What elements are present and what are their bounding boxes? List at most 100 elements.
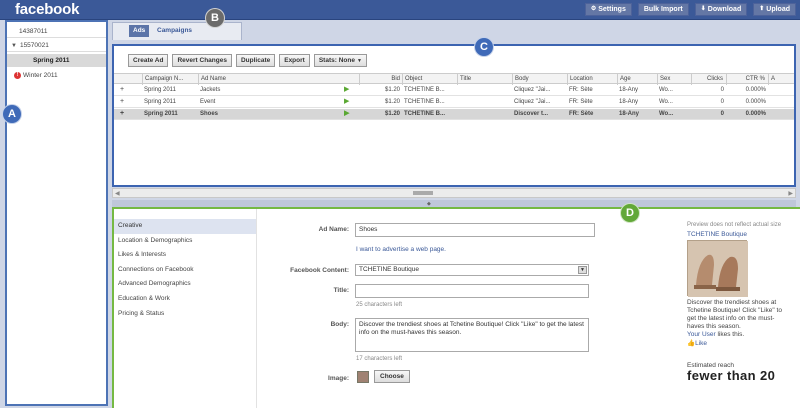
column-header-body[interactable]: Body	[512, 74, 567, 85]
horizontal-scrollbar[interactable]: ◀ ▶	[112, 188, 796, 198]
image-thumbnail	[357, 371, 369, 383]
campaign-item[interactable]: ! Winter 2011	[7, 70, 106, 82]
upload-icon: ⬆	[759, 6, 765, 12]
revert-changes-button[interactable]: Revert Changes	[172, 54, 232, 67]
column-header-sex[interactable]: Sex	[657, 74, 691, 85]
plus-icon[interactable]: +	[120, 85, 130, 96]
preview-image	[687, 240, 748, 297]
cell-ad-name: Event	[200, 99, 216, 105]
plus-icon[interactable]: +	[120, 109, 130, 120]
ad-detail-panel: Creative Location & Demographics Likes &…	[112, 207, 800, 408]
column-header-clicks[interactable]: Clicks	[691, 74, 726, 85]
scroll-right-icon[interactable]: ▶	[788, 190, 793, 197]
stats-dropdown[interactable]: Stats: None ▼	[313, 54, 367, 67]
tab-campaigns[interactable]: Campaigns	[157, 25, 192, 37]
cell-title	[459, 109, 512, 120]
preview-like-button[interactable]: 👍Like	[687, 339, 797, 348]
campaign-item-selected[interactable]: Spring 2011	[7, 54, 106, 67]
cell-body: Discover t...	[514, 111, 549, 117]
cell-age: 18-Any	[619, 111, 640, 117]
chevron-down-icon: ▼	[356, 58, 362, 64]
play-icon[interactable]: ▶	[344, 97, 354, 108]
estimated-reach-value: fewer than 20	[687, 368, 776, 383]
scroll-thumb[interactable]	[413, 191, 433, 195]
cell-bid: $1.20	[384, 87, 400, 93]
cell-age: 18-Any	[619, 87, 639, 93]
cell-campaign: Spring 2011	[144, 87, 176, 93]
account-label: 15570021	[19, 42, 49, 49]
bulk-import-button[interactable]: Bulk Import	[637, 3, 689, 16]
account-item[interactable]: 14387011	[7, 26, 106, 38]
upload-button[interactable]: ⬆ Upload	[753, 3, 796, 16]
chevron-down-icon: ▼	[578, 266, 587, 274]
facebook-content-value: TCHETINE Boutique	[359, 266, 419, 273]
nav-education-work[interactable]: Education & Work	[114, 292, 256, 307]
column-header-bid[interactable]: Bid	[359, 74, 402, 85]
body-textarea[interactable]: Discover the trendiest shoes at Tchetine…	[355, 318, 589, 352]
bulk-import-label: Bulk Import	[643, 6, 683, 13]
duplicate-button[interactable]: Duplicate	[235, 54, 276, 67]
table-row[interactable]: + Spring 2011 Event ▶ $1.20 TCHETINE B..…	[114, 97, 794, 108]
preview-like-suffix: likes this.	[717, 331, 745, 338]
cell-object: TCHETINE B...	[404, 87, 445, 93]
column-header-object[interactable]: Object	[402, 74, 457, 85]
ad-preview: Preview does not reflect actual size TCH…	[687, 221, 797, 383]
title-input[interactable]	[355, 284, 589, 298]
table-row-selected[interactable]: + Spring 2011 Shoes ▶ $1.20 TCHETINE B..…	[114, 109, 794, 120]
play-icon[interactable]: ▶	[344, 85, 354, 96]
cell-ad-name: Shoes	[200, 111, 219, 117]
settings-label: Settings	[598, 6, 626, 13]
callout-badge-b: B	[205, 8, 225, 28]
cell-ctr: 0.000%	[745, 87, 766, 93]
cell-location: FR: Sète	[569, 111, 594, 117]
column-header-a[interactable]: A	[768, 74, 794, 85]
body-label: Body:	[330, 321, 349, 328]
cell-body: Cliquez "Jai...	[514, 99, 551, 105]
table-row[interactable]: + Spring 2011 Jackets ▶ $1.20 TCHETINE B…	[114, 85, 794, 96]
shoes-image	[688, 241, 748, 297]
column-header-campaign[interactable]: Campaign N...	[142, 74, 198, 85]
column-header-age[interactable]: Age	[617, 74, 657, 85]
account-campaign-sidebar: 14387011 ▼ 15570021 Spring 2011 ! Winter 2…	[5, 20, 108, 406]
table-header: Campaign N... Ad Name Bid Object Title B…	[114, 73, 794, 85]
nav-pricing-status[interactable]: Pricing & Status	[114, 307, 256, 322]
preview-text: Discover the trendiest shoes at Tchetine…	[687, 299, 782, 330]
nav-location-demographics[interactable]: Location & Demographics	[114, 234, 256, 249]
facebook-content-select[interactable]: TCHETINE Boutique ▼	[355, 264, 589, 276]
play-icon[interactable]: ▶	[344, 109, 354, 120]
plus-icon[interactable]: +	[120, 97, 130, 108]
scroll-left-icon[interactable]: ◀	[115, 190, 120, 197]
account-item-expanded[interactable]: ▼ 15570021	[7, 40, 106, 52]
image-label: Image:	[328, 375, 349, 382]
cell-object: TCHETINE B...	[404, 111, 446, 117]
grid-toolbar: Create Ad Revert Changes Duplicate Expor…	[128, 54, 367, 67]
download-label: Download	[707, 6, 742, 13]
preview-social: Your User likes this.	[687, 331, 797, 339]
ad-name-label: Ad Name:	[318, 226, 349, 233]
column-header-ad-name[interactable]: Ad Name	[198, 74, 338, 85]
cell-clicks: 0	[720, 87, 724, 93]
preview-title[interactable]: TCHETINE Boutique	[687, 231, 797, 238]
settings-button[interactable]: ⚙ Settings	[584, 3, 632, 16]
cell-bid: $1.20	[384, 99, 400, 105]
column-header-location[interactable]: Location	[567, 74, 617, 85]
cell-sex: Wo...	[659, 99, 673, 105]
panel-resize-handle[interactable]: ◆	[112, 200, 796, 207]
ad-name-input[interactable]: Shoes	[355, 223, 595, 237]
preview-user-link[interactable]: Your User	[687, 331, 716, 338]
advertise-web-page-link[interactable]: I want to advertise a web page.	[356, 246, 446, 253]
choose-image-button[interactable]: Choose	[374, 370, 410, 383]
export-button[interactable]: Export	[279, 54, 310, 67]
create-ad-button[interactable]: Create Ad	[128, 54, 169, 67]
upload-label: Upload	[766, 6, 790, 13]
cell-ctr: 0.000%	[745, 111, 766, 117]
warning-icon: !	[14, 71, 21, 79]
nav-likes-interests[interactable]: Likes & Interests	[114, 248, 256, 263]
download-button[interactable]: ⬇ Download	[694, 3, 748, 16]
preview-like-label: Like	[695, 340, 708, 347]
cell-body: Cliquez "Jai...	[514, 87, 551, 93]
tab-ads[interactable]: Ads	[129, 25, 150, 37]
column-header-title[interactable]: Title	[457, 74, 512, 85]
column-header-ctr[interactable]: CTR %	[726, 74, 768, 85]
ads-grid-panel: Create Ad Revert Changes Duplicate Expor…	[112, 44, 796, 187]
